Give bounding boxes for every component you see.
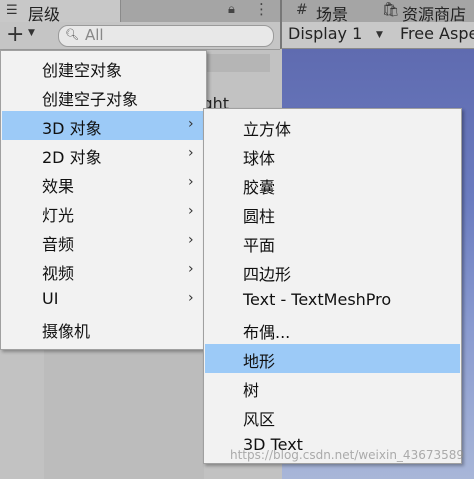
submenu-item-label: 平面 <box>243 236 276 255</box>
chevron-right-icon: › <box>188 145 194 161</box>
search-icon: 🔍︎ <box>65 28 79 41</box>
grid-icon: # <box>296 2 308 18</box>
submenu-item-ragdoll[interactable]: 布偶... <box>205 315 460 344</box>
menu-item-video[interactable]: 视频 › <box>2 256 205 285</box>
menu-item-label: 创建空对象 <box>42 61 123 80</box>
submenu-item-cube[interactable]: 立方体 <box>205 112 460 141</box>
submenu-item-quad[interactable]: 四边形 <box>205 257 460 286</box>
menu-item-create-empty-child[interactable]: 创建空子对象 <box>2 82 205 111</box>
menu-item-light[interactable]: 灯光 › <box>2 198 205 227</box>
submenu-item-textmeshpro[interactable]: Text - TextMeshPro <box>205 286 460 315</box>
submenu-item-label: 布偶... <box>243 323 291 342</box>
chevron-right-icon: › <box>188 116 194 132</box>
chevron-right-icon: › <box>188 203 194 219</box>
store-bag-icon: 🛍︎ <box>382 2 400 18</box>
submenu-item-label: 风区 <box>243 410 276 429</box>
submenu-item-tree[interactable]: 树 <box>205 373 460 402</box>
chevron-right-icon: › <box>188 290 194 306</box>
search-placeholder: All <box>85 26 104 44</box>
chevron-right-icon: › <box>188 232 194 248</box>
chevron-down-icon[interactable]: ▼ <box>376 30 383 40</box>
hierarchy-toolbar: + ▼ 🔍︎ All <box>0 22 280 50</box>
submenu-item-label: 球体 <box>243 149 276 168</box>
add-button[interactable]: + <box>6 23 24 47</box>
chevron-right-icon: › <box>188 174 194 190</box>
display-dropdown[interactable]: Display 1 <box>288 24 362 43</box>
menu-item-camera[interactable]: 摄像机 <box>2 314 205 343</box>
submenu-item-label: 地形 <box>243 352 276 371</box>
submenu-item-sphere[interactable]: 球体 <box>205 141 460 170</box>
menu-item-effects[interactable]: 效果 › <box>2 169 205 198</box>
menu-item-2d-object[interactable]: 2D 对象 › <box>2 140 205 169</box>
list-icon: ☰ <box>6 3 18 18</box>
menu-item-label: 2D 对象 <box>42 148 102 167</box>
chevron-down-icon[interactable]: ▼ <box>28 28 35 38</box>
menu-item-label: 灯光 <box>42 206 75 225</box>
submenu-item-label: 圆柱 <box>243 207 276 226</box>
tab-hierarchy[interactable]: ☰ 层级 <box>0 0 121 24</box>
submenu-item-plane[interactable]: 平面 <box>205 228 460 257</box>
menu-item-label: 创建空子对象 <box>42 90 139 109</box>
submenu-item-cylinder[interactable]: 圆柱 <box>205 199 460 228</box>
submenu-3d-object: 立方体 球体 胶囊 圆柱 平面 四边形 Text - TextMeshPro 布… <box>203 108 462 464</box>
create-context-menu: 创建空对象 创建空子对象 3D 对象 › 2D 对象 › 效果 › 灯光 › 音… <box>0 50 207 350</box>
watermark: https://blog.csdn.net/weixin_43673589 <box>230 448 465 462</box>
submenu-item-label: Text - TextMeshPro <box>243 290 392 309</box>
menu-item-label: UI <box>42 289 59 308</box>
menu-item-label: 视频 <box>42 264 75 283</box>
submenu-item-terrain[interactable]: 地形 <box>205 344 460 373</box>
aspect-dropdown[interactable]: Free Aspe <box>400 24 474 43</box>
menu-item-label: 3D 对象 <box>42 119 102 138</box>
submenu-item-label: 立方体 <box>243 120 292 139</box>
menu-item-create-empty[interactable]: 创建空对象 <box>2 53 205 82</box>
submenu-item-label: 胶囊 <box>243 178 276 197</box>
submenu-item-capsule[interactable]: 胶囊 <box>205 170 460 199</box>
submenu-item-label: 树 <box>243 381 260 400</box>
submenu-item-label: 四边形 <box>243 265 292 284</box>
menu-item-label: 效果 <box>42 177 75 196</box>
panel-menu-icon[interactable]: ⋮ <box>254 0 269 18</box>
menu-item-ui[interactable]: UI › <box>2 285 205 314</box>
menu-item-audio[interactable]: 音频 › <box>2 227 205 256</box>
menu-item-3d-object[interactable]: 3D 对象 › <box>2 111 205 140</box>
lock-icon[interactable]: 🔒︎ <box>228 2 235 17</box>
search-input[interactable]: 🔍︎ All <box>58 25 274 47</box>
submenu-item-wind-zone[interactable]: 风区 <box>205 402 460 431</box>
menu-item-label: 音频 <box>42 235 75 254</box>
menu-item-label: 摄像机 <box>42 322 91 341</box>
chevron-right-icon: › <box>188 261 194 277</box>
